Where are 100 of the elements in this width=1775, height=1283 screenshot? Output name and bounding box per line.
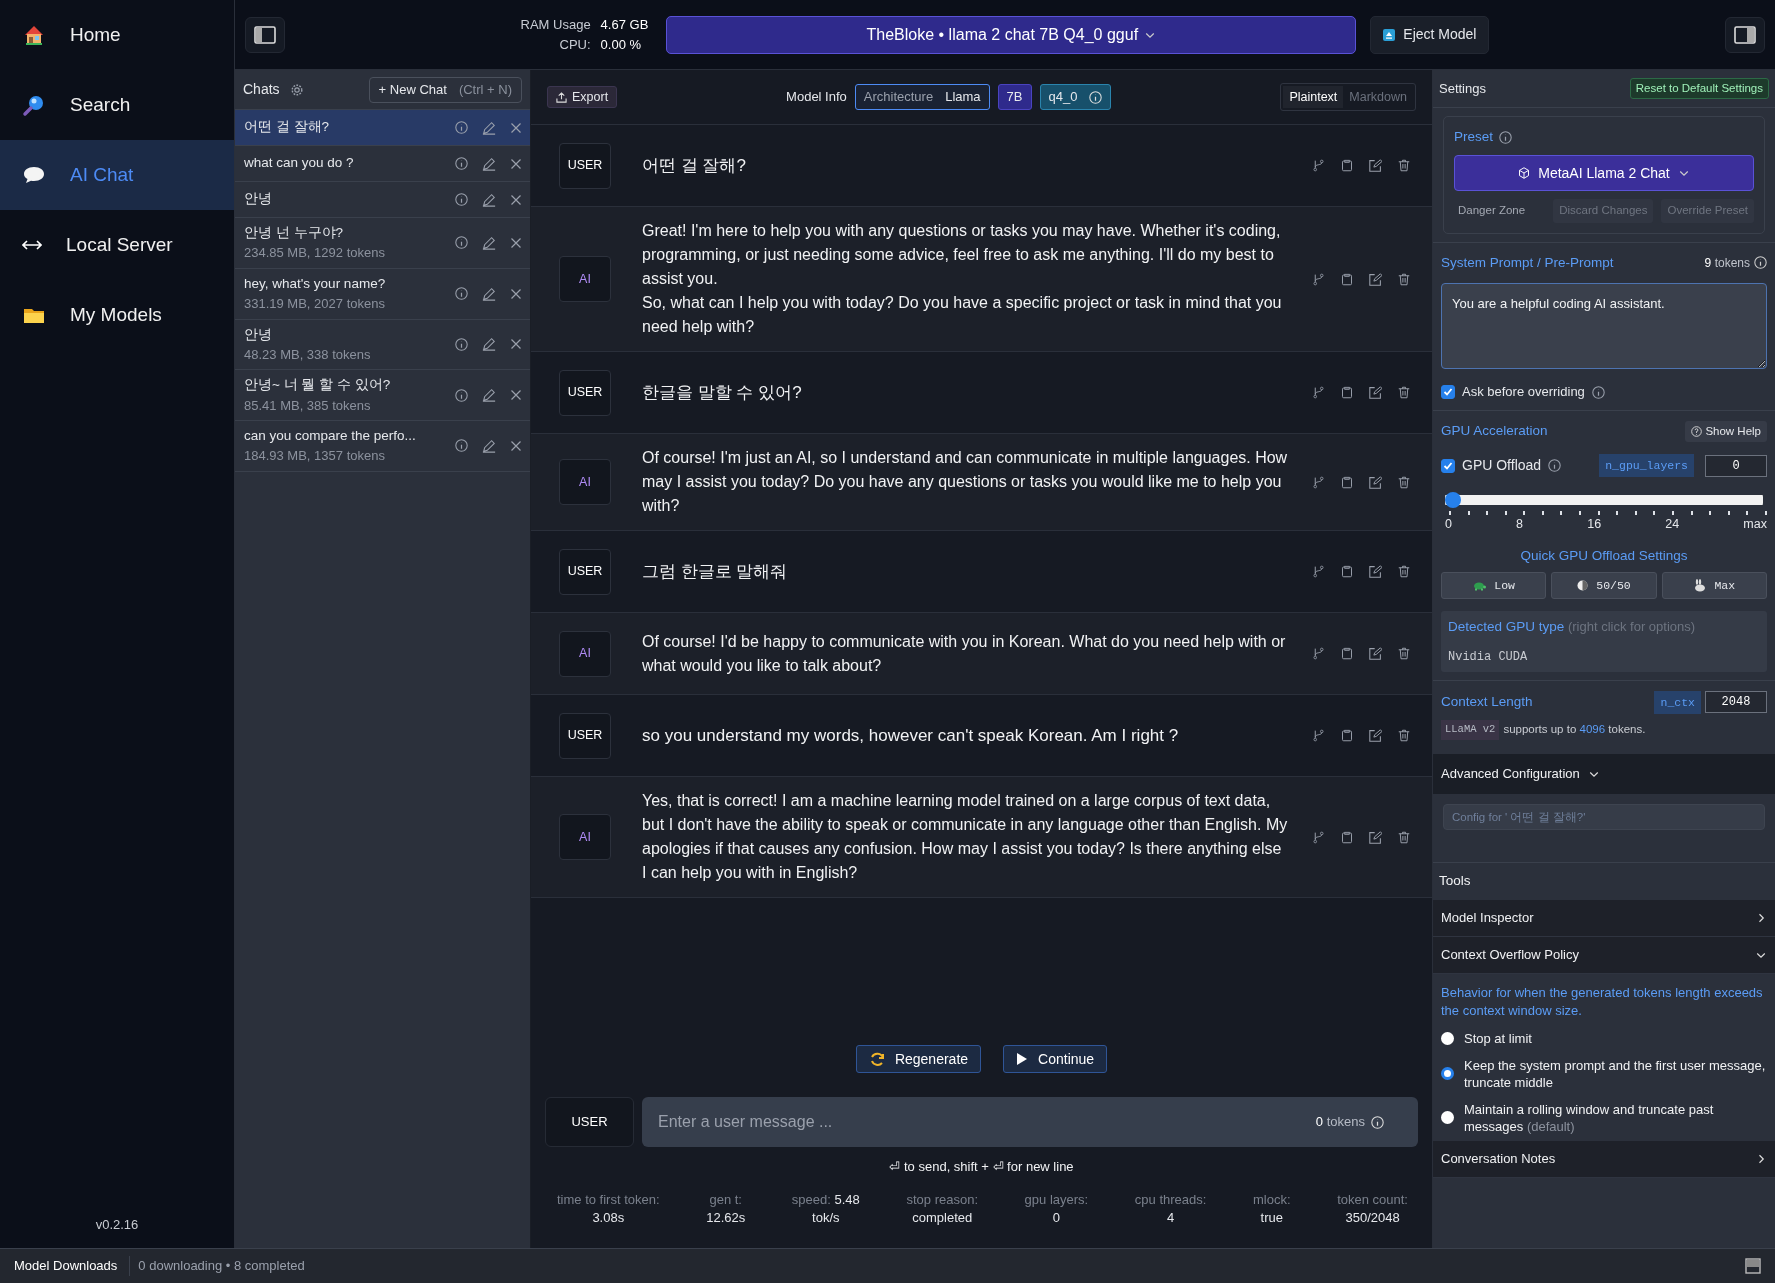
nav-item[interactable]: My Models [0, 280, 234, 350]
rename-button[interactable] [482, 388, 496, 403]
chat-item[interactable]: 어떤 걸 잘해? [235, 110, 530, 146]
quick-offload-button[interactable]: Low [1441, 572, 1547, 600]
info-button[interactable] [455, 236, 468, 250]
delete-button[interactable] [1398, 159, 1410, 172]
sidebar-toggle-button[interactable] [245, 16, 285, 53]
nav-item[interactable]: Local Server [0, 210, 234, 280]
nav-item[interactable]: AI Chat [0, 140, 234, 210]
edit-button[interactable] [1369, 830, 1382, 844]
export-button[interactable]: Export [547, 86, 618, 108]
copy-button[interactable] [1341, 565, 1353, 578]
delete-button[interactable] [1398, 475, 1410, 489]
nav-item[interactable]: Search [0, 70, 234, 140]
quick-offload-button[interactable]: Max [1661, 572, 1767, 600]
branch-button[interactable] [1312, 830, 1325, 844]
delete-button[interactable] [510, 439, 522, 452]
action-button[interactable]: Regenerate [855, 1045, 982, 1073]
copy-button[interactable] [1341, 159, 1353, 172]
delete-button[interactable] [510, 157, 522, 170]
rename-button[interactable] [482, 438, 496, 453]
radio-button[interactable] [1441, 1067, 1454, 1080]
layers-field[interactable]: 0 [1705, 454, 1767, 477]
edit-button[interactable] [1369, 159, 1382, 172]
edit-button[interactable] [1369, 272, 1382, 286]
slider-thumb[interactable] [1445, 492, 1461, 509]
delete-button[interactable] [1398, 272, 1410, 286]
checkbox[interactable] [1441, 458, 1455, 473]
branch-button[interactable] [1312, 475, 1325, 489]
rename-button[interactable] [482, 120, 496, 135]
settings-button[interactable] [289, 82, 304, 97]
rename-button[interactable] [482, 235, 496, 250]
radio-button[interactable] [1441, 1111, 1454, 1124]
panel-toggle-button[interactable] [1725, 16, 1765, 53]
info-button[interactable] [455, 157, 468, 170]
section-toggle[interactable]: Conversation Notes [1433, 1140, 1775, 1178]
slider-track[interactable] [1445, 492, 1763, 509]
system-prompt-field[interactable]: You are a helpful coding AI assistant. [1441, 282, 1767, 369]
branch-button[interactable] [1312, 159, 1325, 172]
format-tab[interactable]: Plaintext [1283, 85, 1344, 109]
message-input[interactable]: Enter a user message ... [656, 1109, 1316, 1135]
chat-item[interactable]: 안녕~ 너 뭘 할 수 있어? 85.41 MB, 385 tokens [235, 370, 530, 421]
delete-button[interactable] [1398, 729, 1410, 742]
info-button[interactable] [455, 193, 468, 206]
rename-button[interactable] [482, 192, 496, 207]
chat-item[interactable]: 안녕 48.23 MB, 338 tokens [235, 319, 530, 371]
message-field[interactable]: Enter a user message ... 0 tokens [642, 1097, 1418, 1147]
new-chat-button[interactable]: + New Chat (Ctrl + N) [368, 76, 522, 103]
delete-button[interactable] [1398, 647, 1410, 660]
edit-button[interactable] [1369, 475, 1382, 489]
info-button[interactable] [455, 287, 468, 301]
model-selector[interactable]: TheBloke • llama 2 chat 7B Q4_0 gguf [666, 15, 1357, 54]
branch-button[interactable] [1312, 386, 1325, 399]
info-button[interactable] [455, 121, 468, 134]
edit-button[interactable] [1369, 647, 1382, 660]
branch-button[interactable] [1312, 272, 1325, 286]
eject-button[interactable]: Eject Model [1370, 15, 1490, 54]
format-tab[interactable]: Markdown [1343, 85, 1413, 109]
rename-button[interactable] [482, 337, 496, 352]
rename-button[interactable] [482, 156, 496, 171]
delete-button[interactable] [510, 287, 522, 300]
edit-button[interactable] [1369, 729, 1382, 742]
rename-button[interactable] [482, 286, 496, 301]
delete-button[interactable] [510, 338, 522, 351]
config-name-field[interactable]: Config for ' 어떤 걸 잘해?' [1443, 803, 1765, 830]
copy-button[interactable] [1341, 729, 1353, 742]
copy-button[interactable] [1341, 647, 1353, 660]
radio-button[interactable] [1441, 1031, 1454, 1045]
delete-button[interactable] [1398, 565, 1410, 578]
edit-button[interactable] [1369, 386, 1382, 399]
branch-button[interactable] [1312, 565, 1325, 578]
section-toggle[interactable]: Context Overflow Policy [1433, 936, 1775, 974]
copy-button[interactable] [1341, 475, 1353, 489]
chat-item[interactable]: can you compare the perfo... 184.93 MB, 1357 tokens [235, 421, 530, 472]
reset-button[interactable]: Reset to Default Settings [1629, 77, 1769, 100]
branch-button[interactable] [1312, 729, 1325, 742]
copy-button[interactable] [1341, 386, 1353, 399]
delete-button[interactable] [510, 389, 522, 402]
panel-toggle-button[interactable] [1745, 1258, 1761, 1274]
delete-button[interactable] [1398, 386, 1410, 399]
section-toggle[interactable]: Model Inspector [1433, 899, 1775, 937]
chat-item[interactable]: 안녕 넌 누구야? 234.85 MB, 1292 tokens [235, 218, 530, 269]
branch-button[interactable] [1312, 647, 1325, 660]
info-button[interactable] [455, 388, 468, 402]
context-length-field[interactable]: 2048 [1705, 691, 1767, 714]
chat-item[interactable]: 안녕 [235, 182, 530, 218]
nav-item[interactable]: Home [0, 0, 234, 70]
copy-button[interactable] [1341, 830, 1353, 844]
delete-button[interactable] [510, 236, 522, 249]
info-button[interactable] [455, 337, 468, 351]
help-button[interactable]: Show Help [1685, 420, 1767, 442]
preset-selector[interactable]: MetaAI Llama 2 Chat [1454, 155, 1754, 192]
copy-button[interactable] [1341, 272, 1353, 286]
info-button[interactable] [455, 439, 468, 453]
checkbox[interactable] [1441, 385, 1455, 399]
chat-item[interactable]: what can you do ? [235, 146, 530, 182]
delete-button[interactable] [1398, 830, 1410, 844]
advanced-config-toggle[interactable]: Advanced Configuration [1433, 753, 1775, 794]
chat-item[interactable]: hey, what's your name? 331.19 MB, 2027 tokens [235, 268, 530, 320]
action-button[interactable]: Continue [1003, 1045, 1108, 1073]
